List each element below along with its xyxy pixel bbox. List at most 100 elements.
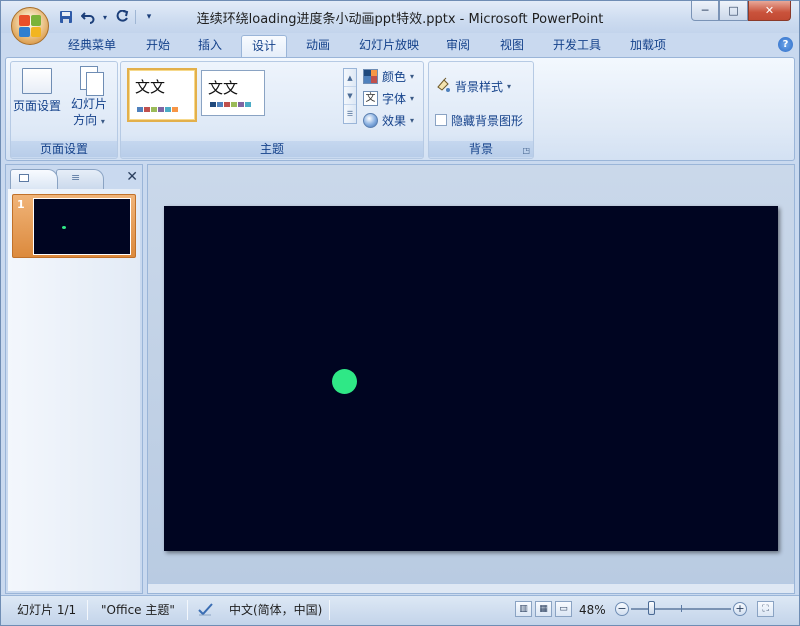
- slide[interactable]: [164, 206, 778, 551]
- slide-count: 幻灯片 1/1: [17, 603, 77, 617]
- normal-view-icon[interactable]: ▥: [515, 601, 532, 617]
- slides-tab-icon: [19, 174, 29, 182]
- fonts-dropdown-icon: ▾: [410, 93, 415, 103]
- hide-background-graphics-checkbox[interactable]: 隐藏背景图形: [435, 110, 523, 130]
- zoom-level[interactable]: 48%: [579, 601, 606, 619]
- background-group: 背景样式 ▾ 隐藏背景图形 背景 ◳: [428, 61, 534, 159]
- toolbar-divider: [135, 10, 136, 24]
- background-styles-button[interactable]: 背景样式 ▾: [435, 76, 511, 96]
- zoom-slider-thumb[interactable]: [648, 601, 656, 615]
- tab-home[interactable]: 开始: [139, 35, 177, 57]
- slide-thumbnails: 1: [8, 189, 140, 591]
- tab-slides[interactable]: [10, 169, 58, 189]
- save-icon[interactable]: [57, 8, 75, 26]
- slide-number: 1: [17, 198, 25, 211]
- slide-editor: [147, 164, 795, 594]
- background-group-label: 背景: [429, 141, 533, 157]
- maximize-button[interactable]: □: [719, 1, 748, 21]
- redo-icon[interactable]: [113, 8, 131, 26]
- tab-classic-menu[interactable]: 经典菜单: [61, 35, 123, 57]
- colors-label: 颜色: [382, 69, 407, 84]
- dialog-launcher-icon[interactable]: ◳: [522, 146, 530, 155]
- page-setup-label: 页面设置: [13, 99, 62, 113]
- gallery-down-icon[interactable]: ▼: [344, 87, 356, 105]
- gallery-up-icon[interactable]: ▲: [344, 69, 356, 87]
- office-button[interactable]: [11, 7, 49, 45]
- colors-dropdown-icon: ▾: [410, 71, 415, 81]
- theme-alternate-preview-text: 文文: [208, 79, 239, 97]
- orientation-label-line2: 方向: [73, 113, 98, 127]
- tab-slide-show[interactable]: 幻灯片放映: [351, 35, 427, 57]
- themes-group-label: 主题: [121, 141, 423, 157]
- title-bar: 连续环绕loading进度条小动画ppt特效.pptx - Microsoft …: [1, 1, 799, 33]
- undo-dropdown-icon[interactable]: ▾: [101, 8, 109, 26]
- theme-gallery-scrollbar[interactable]: ▲ ▼ ☰: [343, 68, 357, 124]
- page-setup-button[interactable]: 页面设置: [13, 66, 61, 114]
- slide-show-view-icon[interactable]: ▭: [555, 601, 572, 617]
- tab-outline[interactable]: ≡: [56, 169, 104, 189]
- background-styles-icon: [435, 77, 451, 96]
- theme-office-preview-text: 文文: [135, 78, 166, 96]
- slide-orientation-icon: [74, 66, 104, 96]
- background-styles-label: 背景样式: [455, 79, 504, 94]
- theme-name: "Office 主题": [101, 603, 175, 617]
- tab-view[interactable]: 视图: [493, 35, 531, 57]
- customize-toolbar-icon[interactable]: ▾: [140, 8, 158, 26]
- close-button[interactable]: ✕: [748, 1, 791, 21]
- powerpoint-window: 连续环绕loading进度条小动画ppt特效.pptx - Microsoft …: [0, 0, 800, 626]
- fit-to-window-icon[interactable]: ⛶: [757, 601, 774, 617]
- office-logo-icon: [19, 15, 41, 37]
- status-divider: [87, 600, 88, 620]
- ribbon: 页面设置 幻灯片 方向 ▾ 页面设置 文文 文文 ▲ ▼ ☰ 颜色 ▾ 文 字体…: [5, 57, 795, 161]
- thumbnail-ball: [62, 226, 66, 229]
- page-setup-group-label: 页面设置: [11, 141, 117, 157]
- effects-dropdown-icon: ▾: [410, 115, 415, 125]
- spellcheck-icon[interactable]: [197, 601, 215, 619]
- undo-icon[interactable]: [79, 8, 97, 26]
- checkbox-icon[interactable]: [435, 114, 447, 126]
- orientation-label-line1: 幻灯片: [70, 97, 107, 111]
- slide-canvas: [148, 165, 794, 583]
- horizontal-scrollbar[interactable]: [148, 583, 794, 593]
- theme-color-bars: [137, 107, 178, 112]
- fonts-label: 字体: [382, 91, 407, 106]
- slides-pane: ≡ ✕ 1: [5, 164, 143, 594]
- green-dot-shape[interactable]: [332, 369, 357, 394]
- tab-animations[interactable]: 动画: [299, 35, 337, 57]
- background-styles-dropdown-icon: ▾: [507, 81, 512, 91]
- colors-icon: [363, 68, 378, 84]
- slide-sorter-view-icon[interactable]: ▦: [535, 601, 552, 617]
- status-divider: [329, 600, 330, 620]
- minimize-button[interactable]: ─: [691, 1, 719, 21]
- zoom-in-icon[interactable]: +: [733, 602, 747, 616]
- slides-pane-tabs: ≡ ✕: [8, 167, 142, 189]
- tab-add-ins[interactable]: 加载项: [623, 35, 673, 57]
- theme-effects-button[interactable]: 效果 ▾: [363, 110, 414, 130]
- help-icon[interactable]: ?: [778, 37, 793, 52]
- theme-fonts-button[interactable]: 文 字体 ▾: [363, 88, 414, 108]
- status-divider: [187, 600, 188, 620]
- slide-thumbnail[interactable]: 1: [12, 194, 136, 258]
- effects-label: 效果: [382, 113, 407, 128]
- language[interactable]: 中文(简体，中国): [229, 601, 322, 619]
- outline-tab-icon: ≡: [71, 171, 81, 184]
- close-pane-icon[interactable]: ✕: [126, 169, 138, 185]
- quick-access-toolbar: ▾ ▾: [57, 7, 158, 27]
- tab-insert[interactable]: 插入: [191, 35, 229, 57]
- theme-office[interactable]: 文文: [127, 68, 197, 122]
- tab-design[interactable]: 设计: [241, 35, 287, 57]
- zoom-out-icon[interactable]: −: [615, 602, 629, 616]
- hide-background-graphics-label: 隐藏背景图形: [451, 113, 524, 128]
- slide-orientation-button[interactable]: 幻灯片 方向 ▾: [65, 66, 113, 130]
- gallery-more-icon[interactable]: ☰: [344, 105, 356, 123]
- slide-thumbnail-preview: [33, 198, 131, 255]
- tab-developer[interactable]: 开发工具: [545, 35, 609, 57]
- tab-review[interactable]: 审阅: [439, 35, 477, 57]
- page-setup-icon: [22, 68, 52, 94]
- fonts-icon: 文: [363, 90, 378, 106]
- theme-alternate[interactable]: 文文: [201, 70, 265, 116]
- themes-group: 文文 文文 ▲ ▼ ☰ 颜色 ▾ 文 字体 ▾ 效果 ▾ 主题: [120, 61, 424, 159]
- theme-color-bars: [210, 102, 251, 107]
- ribbon-tabs: 经典菜单 开始 插入 设计 动画 幻灯片放映 审阅 视图 开发工具 加载项 ?: [1, 33, 799, 57]
- theme-colors-button[interactable]: 颜色 ▾: [363, 66, 414, 86]
